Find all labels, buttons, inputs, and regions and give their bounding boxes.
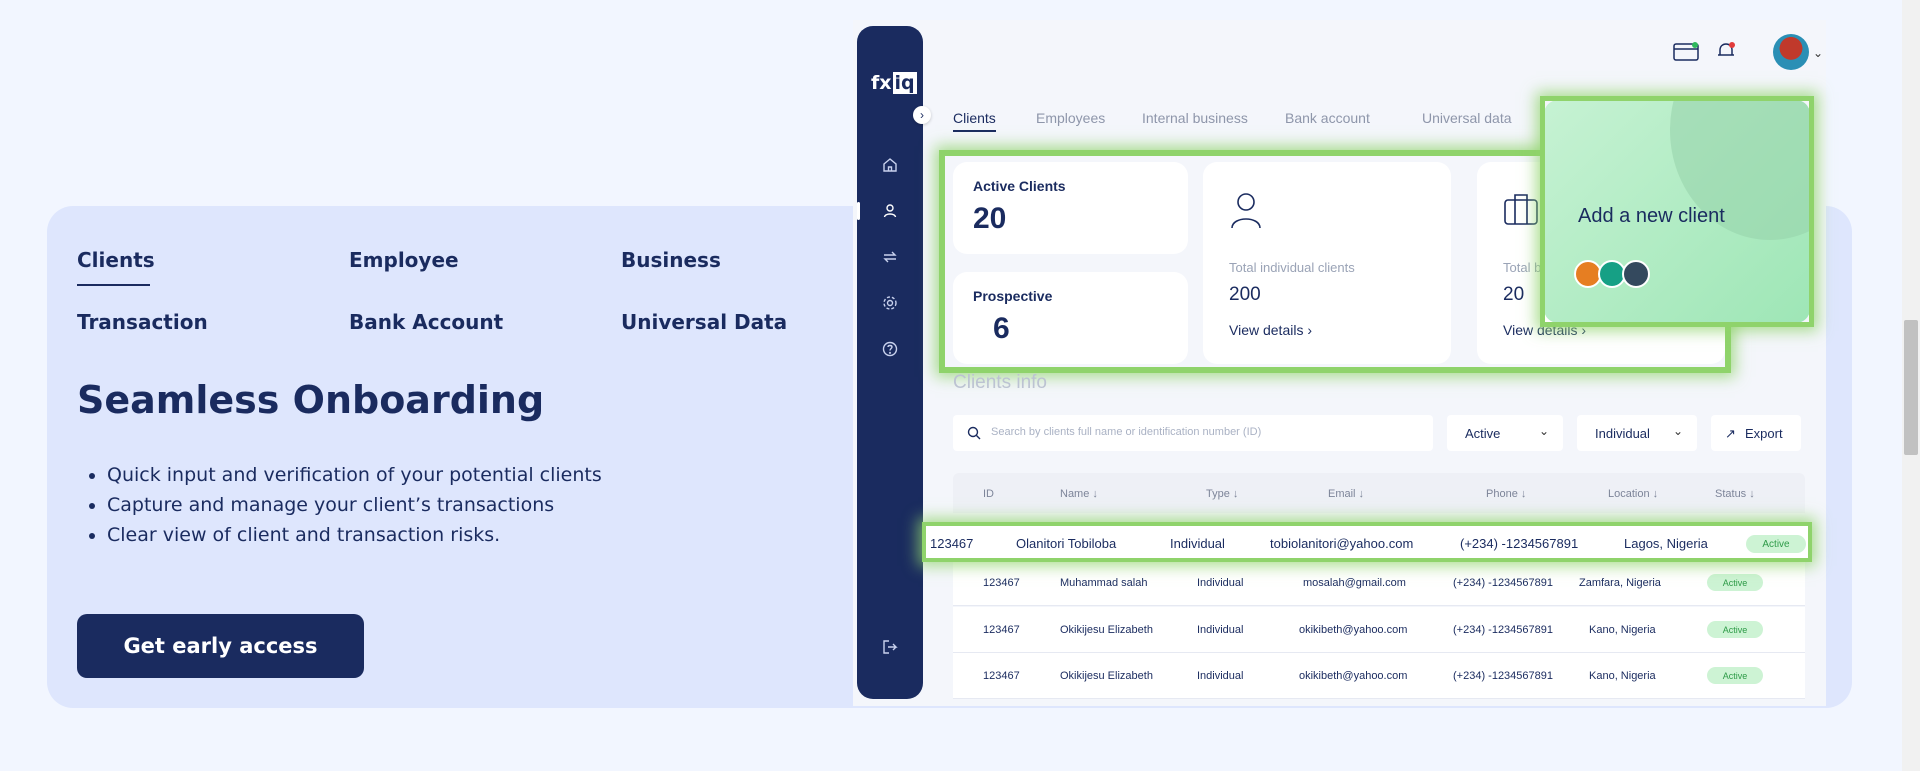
cell-location: Kano, Nigeria: [1589, 670, 1656, 682]
highlighted-table-row[interactable]: 123467 Olanitori Tobiloba Individual tob…: [922, 522, 1812, 562]
settings-icon[interactable]: [881, 294, 899, 312]
cell-email: tobiolanitori@yahoo.com: [1270, 536, 1414, 551]
cell-id: 123467: [983, 624, 1020, 636]
cell-phone: (+234) -1234567891: [1460, 536, 1579, 551]
hero-title: Seamless Onboarding: [77, 378, 545, 422]
cell-phone: (+234) -1234567891: [1453, 624, 1553, 636]
feature-tab-transaction[interactable]: Transaction: [77, 310, 208, 334]
cell-id: 123467: [983, 577, 1020, 589]
feature-tab-business[interactable]: Business: [621, 248, 721, 272]
logo-text: fx: [871, 72, 892, 94]
col-location[interactable]: Location ↓: [1608, 488, 1658, 500]
cell-email: mosalah@gmail.com: [1303, 577, 1406, 589]
get-early-access-button[interactable]: Get early access: [77, 614, 364, 678]
cell-type: Individual: [1170, 536, 1225, 551]
help-icon[interactable]: [881, 340, 899, 358]
search-placeholder: Search by clients full name or identific…: [991, 426, 1262, 438]
tab-universal-data[interactable]: Universal data: [1422, 110, 1512, 126]
col-name[interactable]: Name ↓: [1060, 488, 1098, 500]
feature-tab-employee[interactable]: Employee: [349, 248, 459, 272]
feature-bullets: Quick input and verification of your pot…: [107, 460, 602, 550]
tab-internal-business[interactable]: Internal business: [1142, 110, 1248, 126]
section-title: Clients info: [953, 372, 1047, 393]
sidebar-collapse-toggle[interactable]: ›: [913, 106, 931, 124]
chevron-down-icon: ⌄: [1672, 424, 1683, 438]
cell-name: Muhammad salah: [1060, 577, 1148, 589]
home-icon[interactable]: [881, 156, 899, 174]
bullet-item: Capture and manage your client’s transac…: [107, 490, 602, 520]
col-status[interactable]: Status ↓: [1715, 488, 1755, 500]
chevron-down-icon: ⌄: [1538, 424, 1549, 438]
sidebar: fx iq: [857, 26, 923, 699]
status-badge: Active: [1707, 574, 1763, 591]
bullet-item: Quick input and verification of your pot…: [107, 460, 602, 490]
status-badge: Active: [1707, 667, 1763, 684]
status-badge: Active: [1707, 621, 1763, 638]
cell-location: Kano, Nigeria: [1589, 624, 1656, 636]
col-email[interactable]: Email ↓: [1328, 488, 1364, 500]
transfer-icon[interactable]: [881, 248, 899, 266]
cell-id: 123467: [983, 670, 1020, 682]
top-bar-icons: ⌄: [1673, 32, 1823, 72]
export-arrow-icon: ↗: [1725, 426, 1736, 441]
user-avatar[interactable]: [1773, 34, 1809, 70]
table-row[interactable]: 123467 Okikijesu Elizabeth Individual ok…: [953, 607, 1805, 653]
cell-location: Lagos, Nigeria: [1624, 536, 1708, 551]
table-row[interactable]: 123467 Okikijesu Elizabeth Individual ok…: [953, 653, 1805, 699]
logout-icon[interactable]: [881, 638, 899, 656]
export-label: Export: [1745, 426, 1783, 441]
col-id[interactable]: ID: [983, 488, 994, 500]
cell-phone: (+234) -1234567891: [1453, 670, 1553, 682]
tab-clients[interactable]: Clients: [953, 110, 996, 132]
nav-active-marker: [857, 202, 860, 220]
feature-tab-universal-data[interactable]: Universal Data: [621, 310, 787, 334]
feature-tab-bank-account[interactable]: Bank Account: [349, 310, 503, 334]
card-icon[interactable]: [1673, 42, 1699, 62]
cell-name: Okikijesu Elizabeth: [1060, 670, 1153, 682]
table-header: ID Name ↓ Type ↓ Email ↓ Phone ↓ Locatio…: [953, 473, 1805, 513]
filter-value: Individual: [1595, 426, 1650, 441]
bell-icon[interactable]: [1715, 40, 1737, 62]
user-icon[interactable]: [881, 202, 899, 220]
cell-type: Individual: [1197, 577, 1244, 589]
search-icon: [967, 426, 981, 440]
type-filter-dropdown[interactable]: Individual ⌄: [1577, 415, 1697, 451]
feature-tab-clients[interactable]: Clients: [77, 248, 155, 286]
search-input[interactable]: Search by clients full name or identific…: [953, 415, 1433, 451]
scrollbar-thumb[interactable]: [1904, 320, 1918, 455]
highlight-frame: [1540, 96, 1814, 327]
logo: fx iq: [871, 72, 917, 94]
filter-value: Active: [1465, 426, 1501, 441]
cell-type: Individual: [1197, 624, 1244, 636]
tab-bank-account[interactable]: Bank account: [1285, 110, 1370, 126]
tab-employees[interactable]: Employees: [1036, 110, 1105, 126]
cell-type: Individual: [1197, 670, 1244, 682]
col-phone[interactable]: Phone ↓: [1486, 488, 1526, 500]
status-badge: Active: [1746, 535, 1806, 553]
cell-email: okikibeth@yahoo.com: [1299, 670, 1408, 682]
logo-box: iq: [892, 72, 917, 94]
bullet-item: Clear view of client and transaction ris…: [107, 520, 602, 550]
cell-name: Okikijesu Elizabeth: [1060, 624, 1153, 636]
col-type[interactable]: Type ↓: [1206, 488, 1238, 500]
cell-email: okikibeth@yahoo.com: [1299, 624, 1408, 636]
table-row[interactable]: 123467 Muhammad salah Individual mosalah…: [953, 560, 1805, 606]
cell-id: 123467: [930, 536, 974, 551]
feature-tabs: Clients Employee Business Transaction Ba…: [77, 248, 837, 348]
status-filter-dropdown[interactable]: Active ⌄: [1447, 415, 1563, 451]
cell-name: Olanitori Tobiloba: [1016, 536, 1117, 551]
cell-phone: (+234) -1234567891: [1453, 577, 1553, 589]
export-button[interactable]: ↗ Export: [1711, 415, 1801, 451]
chevron-down-icon[interactable]: ⌄: [1813, 46, 1823, 60]
cell-location: Zamfara, Nigeria: [1579, 577, 1661, 589]
